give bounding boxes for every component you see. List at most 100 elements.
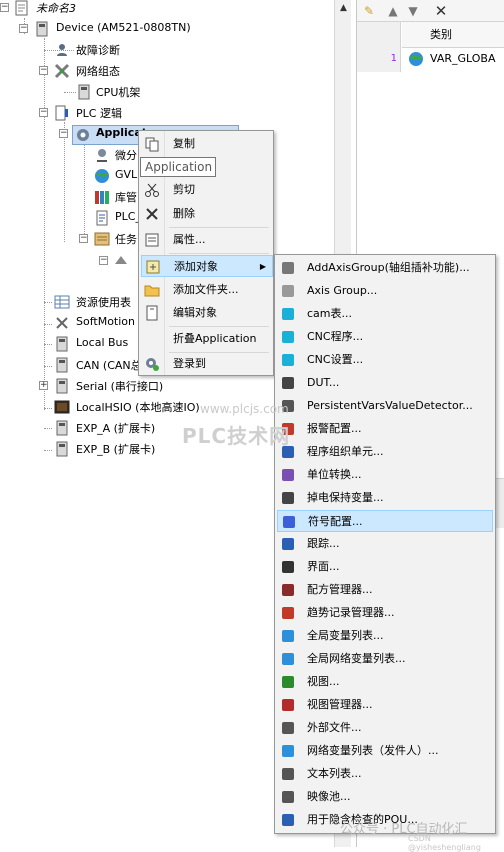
variable-table: 类别 1 VAR_GLOBA (357, 22, 504, 72)
tree-item-exp-a[interactable]: EXP_A (扩展卡) (76, 420, 155, 436)
tree-item-fault-diag[interactable]: 故障诊断 (76, 42, 120, 58)
column-header-category[interactable]: 类别 (402, 22, 504, 48)
submenu-item-label: 掉电保持变量... (307, 491, 384, 504)
tree-item-serial[interactable]: Serial (串行接口) (76, 378, 163, 394)
device-icon (36, 21, 48, 37)
collapse-toggle[interactable]: − (19, 24, 28, 33)
submenu-item[interactable]: 外部文件... (277, 717, 493, 739)
submenu-item[interactable]: cam表... (277, 303, 493, 325)
submenu-item[interactable]: 符号配置... (277, 510, 493, 532)
tree-item-network-config[interactable]: 网络组态 (76, 63, 120, 79)
collapse-toggle[interactable]: − (59, 129, 68, 138)
editor-toolbar: ✎ ▲ ▼ ✕ (357, 0, 504, 22)
tree-item-localhsio[interactable]: LocalHSIO (本地高速IO) (76, 399, 200, 415)
tree-item-micro[interactable]: 微分 (115, 147, 137, 163)
axis-group-icon (282, 285, 294, 297)
collapse-toggle[interactable]: − (79, 234, 88, 243)
submenu-item[interactable]: 跟踪... (277, 533, 493, 555)
tree-item-resource[interactable]: 资源使用表 (76, 294, 131, 310)
submenu-item[interactable]: 程序组织单元... (277, 441, 493, 463)
menu-item-edit-object[interactable]: 编辑对象 (141, 302, 273, 324)
submenu-item[interactable]: 报警配置... (277, 418, 493, 440)
submenu-item[interactable]: 视图... (277, 671, 493, 693)
submenu-item[interactable]: 视图管理器... (277, 694, 493, 716)
tree-item-task[interactable]: 任务 (115, 231, 137, 247)
serial-icon (56, 378, 68, 394)
table-row[interactable]: VAR_GLOBA (402, 48, 504, 70)
can-bus-icon (56, 357, 68, 373)
submenu-item-label: 配方管理器... (307, 583, 373, 596)
tree-item-softmotion[interactable]: SoftMotion G (76, 315, 147, 328)
menu-item-add-folder[interactable]: 添加文件夹... (141, 279, 273, 301)
submenu-item[interactable]: 全局网络变量列表... (277, 648, 493, 670)
cam-table-icon (282, 308, 294, 320)
menu-separator (169, 326, 269, 327)
visualization-icon (282, 676, 294, 688)
menu-item-cut[interactable]: 剪切 (141, 179, 273, 201)
collapse-toggle[interactable]: − (0, 3, 9, 12)
delete-icon[interactable]: ✕ (433, 3, 449, 19)
submenu-item[interactable]: 趋势记录管理器... (277, 602, 493, 624)
tree-item-cpu-rack[interactable]: CPU机架 (96, 84, 140, 100)
image-pool-icon (282, 791, 294, 803)
cnc-program-icon (282, 331, 294, 343)
submenu-item-label: 全局网络变量列表... (307, 652, 406, 665)
menu-item-properties[interactable]: 属性... (141, 229, 273, 251)
collapse-toggle[interactable]: − (99, 256, 108, 265)
submenu-item[interactable]: Axis Group... (277, 280, 493, 302)
cpu-rack-icon (78, 84, 90, 100)
scroll-up-arrow-icon[interactable]: ▲ (336, 1, 351, 16)
tree-item-localbus[interactable]: Local Bus (76, 336, 128, 349)
submenu-item[interactable]: AddAxisGroup(轴组插补功能)... (277, 257, 493, 279)
tree-item-device[interactable]: Device (AM521-0808TN) (56, 21, 191, 34)
tooltip: Application (140, 157, 216, 177)
collapse-toggle[interactable]: − (39, 66, 48, 75)
collapse-toggle[interactable]: − (39, 108, 48, 117)
menu-separator (169, 253, 269, 254)
submenu-item-label: PersistentVarsValueDetector... (307, 399, 473, 412)
submenu-item[interactable]: 文本列表... (277, 763, 493, 785)
menu-item-add-object[interactable]: 添加对象 ▶ (141, 255, 273, 277)
tree-item-gvl[interactable]: GVL (115, 168, 137, 181)
dut-icon (282, 377, 294, 389)
menu-item-login[interactable]: 登录到 (141, 353, 273, 375)
expand-toggle[interactable]: + (39, 381, 48, 390)
menu-item-collapse[interactable]: 折叠Application (141, 328, 273, 350)
submenu-item[interactable]: 全局变量列表... (277, 625, 493, 647)
submenu-item[interactable]: 单位转换... (277, 464, 493, 486)
expansion-card-icon (56, 441, 68, 457)
move-down-icon[interactable]: ▼ (405, 3, 421, 19)
submenu-item[interactable]: 映像池... (277, 786, 493, 808)
menu-item-delete[interactable]: 删除 (141, 203, 273, 225)
new-item-icon[interactable]: ✎ (361, 3, 377, 19)
submenu-item[interactable]: 网络变量列表（发件人）... (277, 740, 493, 762)
menu-item-label: 登录到 (173, 357, 206, 370)
external-file-icon (282, 722, 294, 734)
tree-item-can[interactable]: CAN (CAN总 (76, 357, 142, 373)
tree-item-exp-b[interactable]: EXP_B (扩展卡) (76, 441, 155, 457)
submenu-item-label: 单位转换... (307, 468, 362, 481)
library-manager-icon (97, 149, 107, 162)
unit-conversion-icon (282, 469, 294, 481)
submenu-item[interactable]: 掉电保持变量... (277, 487, 493, 509)
expansion-card-icon (56, 420, 68, 436)
submenu-item[interactable]: CNC程序... (277, 326, 493, 348)
global-var-list-icon (282, 630, 294, 642)
submenu-item[interactable]: PersistentVarsValueDetector... (277, 395, 493, 417)
hsio-icon (54, 400, 70, 414)
menu-item-label: 剪切 (173, 183, 195, 196)
menu-item-copy[interactable]: 复制 (141, 133, 273, 155)
submenu-item-label: 视图管理器... (307, 698, 373, 711)
trace-icon (282, 538, 294, 550)
tree-item-plc-logic[interactable]: PLC 逻辑 (76, 105, 122, 121)
tree-item-library[interactable]: 库管 (115, 189, 137, 205)
watermark-csdn: CSDN @yisheshengliang (408, 834, 481, 852)
submenu-item[interactable]: CNC设置... (277, 349, 493, 371)
submenu-item[interactable]: 界面... (277, 556, 493, 578)
tree-root-label[interactable]: 未命名3 (36, 0, 76, 16)
move-up-icon[interactable]: ▲ (385, 3, 401, 19)
submenu-item[interactable]: DUT... (277, 372, 493, 394)
submenu-item[interactable]: 配方管理器... (277, 579, 493, 601)
submenu-item-label: AddAxisGroup(轴组插补功能)... (307, 261, 470, 274)
net-var-list-sender-icon (282, 745, 294, 757)
